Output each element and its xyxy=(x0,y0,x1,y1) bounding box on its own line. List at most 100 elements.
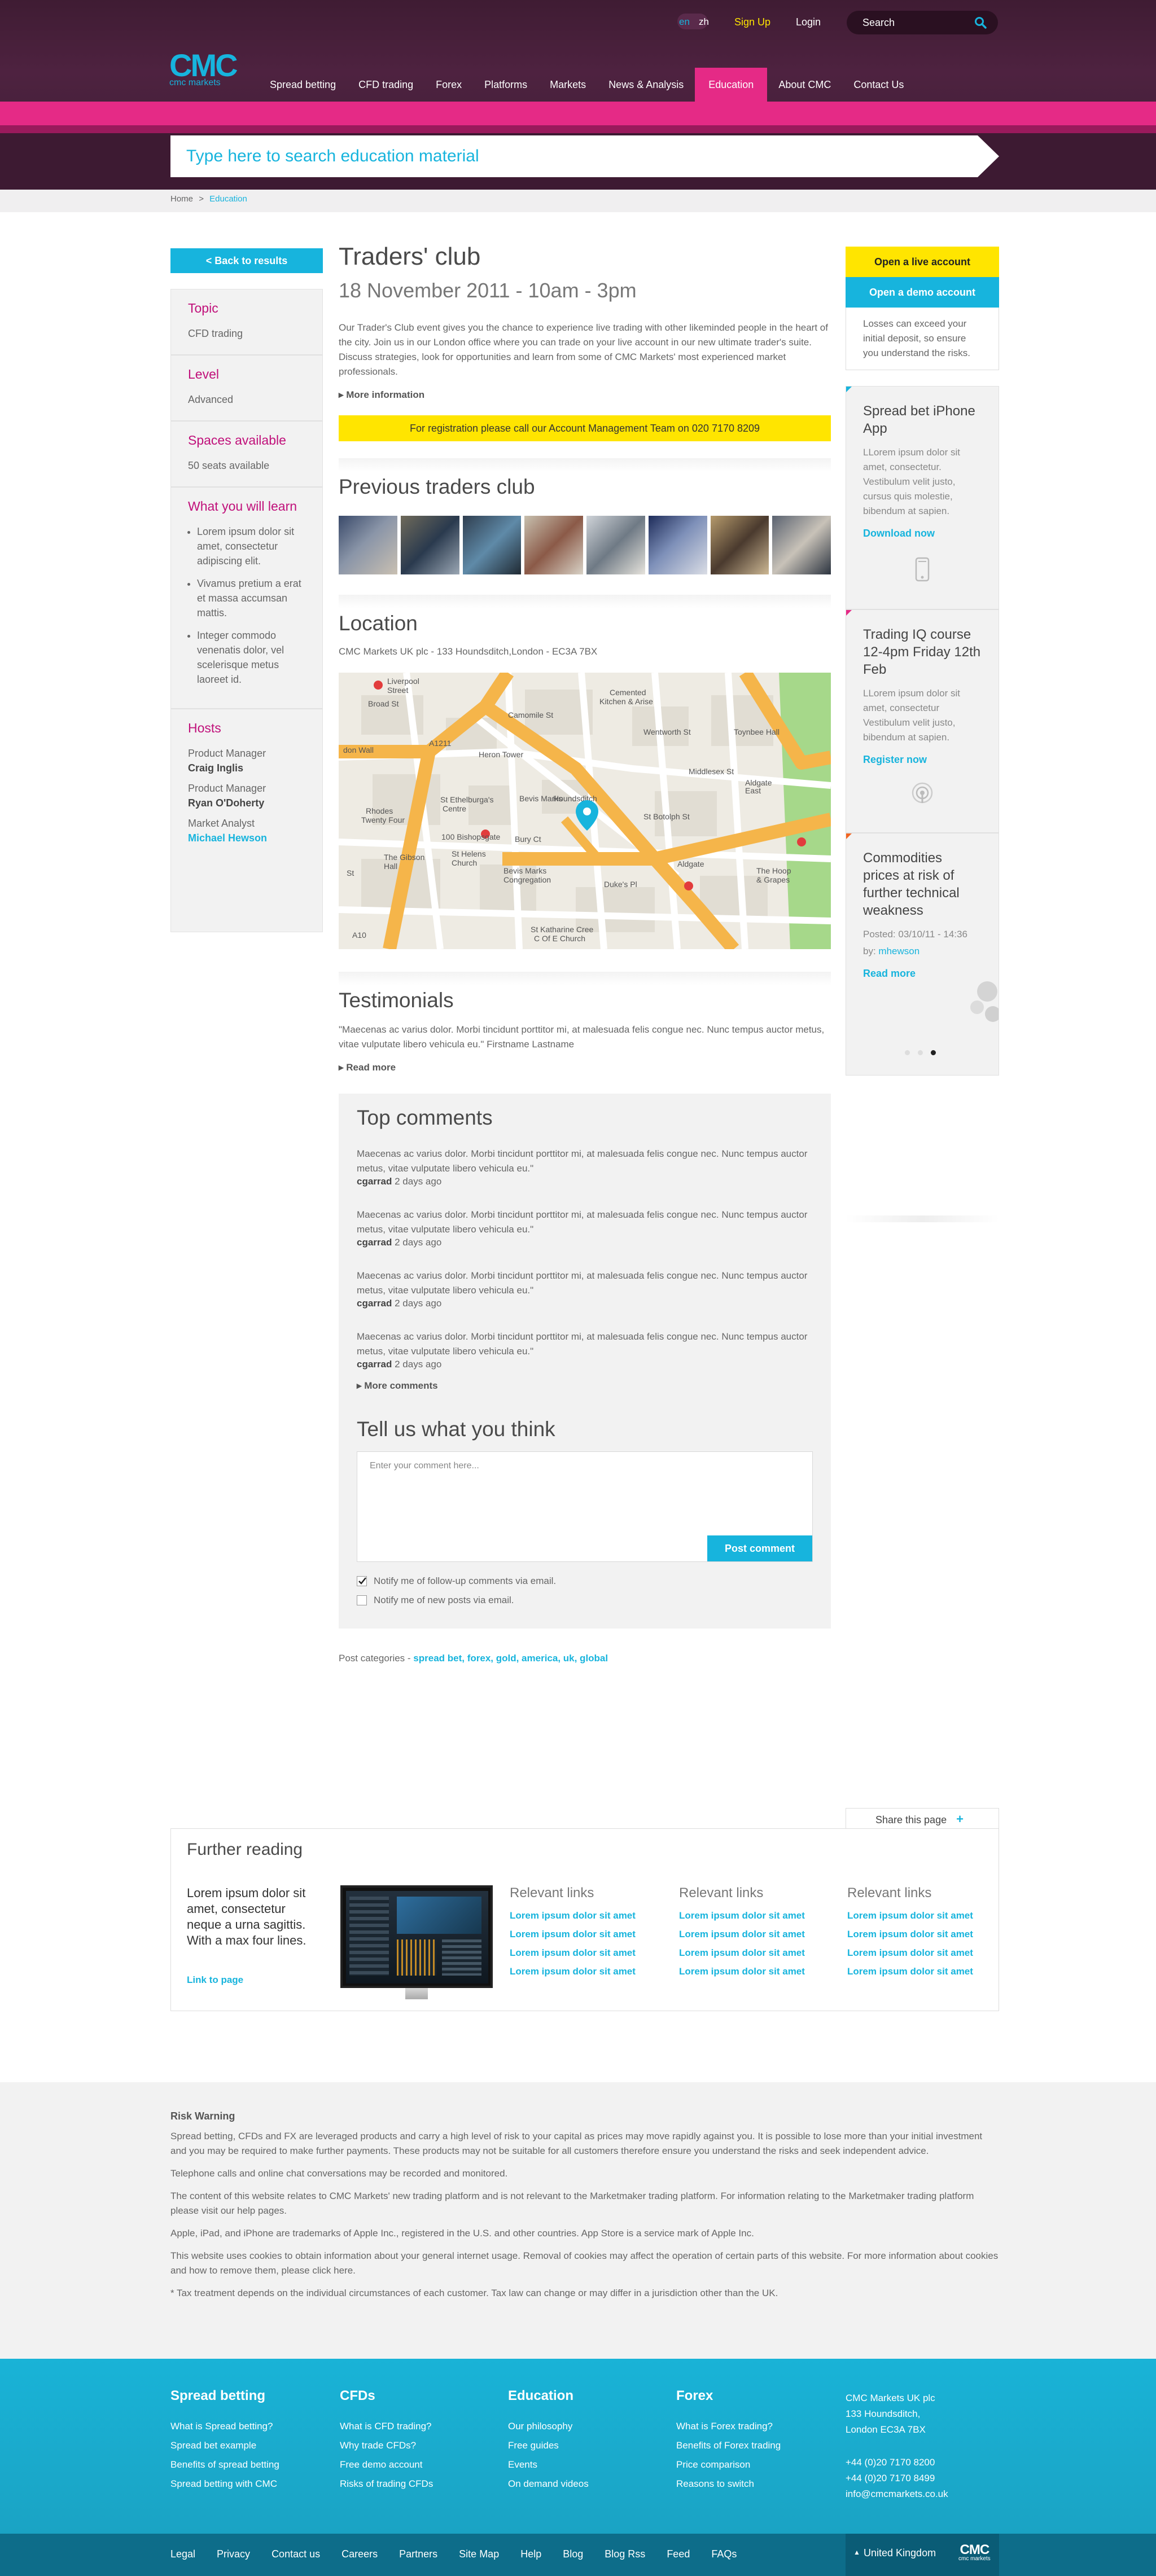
comment-user[interactable]: cgarrad xyxy=(357,1298,392,1309)
gallery-photo[interactable] xyxy=(339,516,397,574)
bottom-link-blog-rss[interactable]: Blog Rss xyxy=(605,2548,645,2560)
comment-textarea[interactable]: Enter your comment here... Post comment xyxy=(357,1451,813,1562)
bottom-link-faqs[interactable]: FAQs xyxy=(711,2548,737,2560)
breadcrumb-home[interactable]: Home xyxy=(170,194,193,204)
nav-forex[interactable]: Forex xyxy=(424,68,473,102)
notify-followup-option[interactable]: Notify me of follow-up comments via emai… xyxy=(357,1576,813,1587)
footer-link[interactable]: Benefits of spread betting xyxy=(170,2459,279,2470)
relevant-link[interactable]: Lorem ipsum dolor sit amet xyxy=(510,1966,656,1977)
relevant-link[interactable]: Lorem ipsum dolor sit amet xyxy=(510,1947,656,1959)
link-to-page[interactable]: Link to page xyxy=(187,1974,243,1986)
relevant-link[interactable]: Lorem ipsum dolor sit amet xyxy=(847,1966,994,1977)
notify-posts-checkbox[interactable] xyxy=(357,1595,367,1605)
more-comments-toggle[interactable]: ▸ More comments xyxy=(357,1380,813,1392)
relevant-link[interactable]: Lorem ipsum dolor sit amet xyxy=(679,1910,826,1921)
footer-link[interactable]: What is Spread betting? xyxy=(170,2421,279,2432)
phone-number[interactable]: +44 (0)20 7170 8200 xyxy=(846,2455,948,2470)
post-comment-button[interactable]: Post comment xyxy=(707,1535,812,1561)
relevant-link[interactable]: Lorem ipsum dolor sit amet xyxy=(510,1929,656,1940)
footer-link[interactable]: Free demo account xyxy=(340,2459,433,2470)
previous-gallery xyxy=(339,516,831,574)
notify-posts-option[interactable]: Notify me of new posts via email. xyxy=(357,1595,813,1606)
relevant-link[interactable]: Lorem ipsum dolor sit amet xyxy=(510,1910,656,1921)
share-this-page-button[interactable]: Share this page + xyxy=(846,1808,999,1829)
relevant-link[interactable]: Lorem ipsum dolor sit amet xyxy=(679,1947,826,1959)
relevant-link[interactable]: Lorem ipsum dolor sit amet xyxy=(679,1929,826,1940)
footer-link[interactable]: Price comparison xyxy=(676,2459,781,2470)
read-more-toggle[interactable]: ▸ Read more xyxy=(339,1062,831,1073)
comment-user[interactable]: cgarrad xyxy=(357,1237,392,1248)
more-information-toggle[interactable]: ▸ More information xyxy=(339,389,831,401)
gallery-photo[interactable] xyxy=(648,516,707,574)
bottom-link-feed[interactable]: Feed xyxy=(667,2548,690,2560)
bottom-link-help[interactable]: Help xyxy=(520,2548,541,2560)
gallery-photo[interactable] xyxy=(772,516,831,574)
nav-news-analysis[interactable]: News & Analysis xyxy=(597,68,695,102)
sign-up-link[interactable]: Sign Up xyxy=(734,16,770,28)
gallery-photo[interactable] xyxy=(524,516,583,574)
footer-link[interactable]: Why trade CFDs? xyxy=(340,2440,433,2451)
notify-followup-checkbox[interactable] xyxy=(357,1576,367,1586)
host-name-link[interactable]: Michael Hewson xyxy=(188,831,305,845)
nav-contact-us[interactable]: Contact Us xyxy=(842,68,915,102)
bottom-link-legal[interactable]: Legal xyxy=(170,2548,195,2560)
nav-about-cmc[interactable]: About CMC xyxy=(767,68,842,102)
post-categories-links[interactable]: spread bet, forex, gold, america, uk, gl… xyxy=(413,1653,608,1664)
footer-link[interactable]: Benefits of Forex trading xyxy=(676,2440,781,2451)
footer-link[interactable]: On demand videos xyxy=(508,2478,589,2490)
footer-link[interactable]: Reasons to switch xyxy=(676,2478,781,2490)
footer-link[interactable]: Risks of trading CFDs xyxy=(340,2478,433,2490)
gallery-photo[interactable] xyxy=(586,516,645,574)
bottom-link-sitemap[interactable]: Site Map xyxy=(459,2548,499,2560)
cmc-logo[interactable]: CMC cmc markets xyxy=(169,50,243,88)
gallery-photo[interactable] xyxy=(400,516,459,574)
nav-markets[interactable]: Markets xyxy=(538,68,597,102)
bottom-link-careers[interactable]: Careers xyxy=(341,2548,378,2560)
relevant-link[interactable]: Lorem ipsum dolor sit amet xyxy=(847,1929,994,1940)
comment-user[interactable]: cgarrad xyxy=(357,1176,392,1187)
bottom-link-blog[interactable]: Blog xyxy=(563,2548,583,2560)
bottom-link-contact[interactable]: Contact us xyxy=(272,2548,320,2560)
relevant-link[interactable]: Lorem ipsum dolor sit amet xyxy=(679,1966,826,1977)
header-search-input[interactable]: Search xyxy=(847,11,998,34)
footer-link[interactable]: What is Forex trading? xyxy=(676,2421,781,2432)
footer-link[interactable]: What is CFD trading? xyxy=(340,2421,433,2432)
footer-link[interactable]: Spread betting with CMC xyxy=(170,2478,279,2490)
news-author-link[interactable]: mhewson xyxy=(878,946,919,956)
register-now-link[interactable]: Register now xyxy=(863,754,982,766)
bottom-link-partners[interactable]: Partners xyxy=(399,2548,437,2560)
login-link[interactable]: Login xyxy=(796,16,821,28)
footer-link[interactable]: Events xyxy=(508,2459,589,2470)
lang-en-link[interactable]: en xyxy=(679,16,690,28)
location-map[interactable]: Liverpool Street Broad St don Wall A1211 … xyxy=(339,673,831,949)
nav-platforms[interactable]: Platforms xyxy=(473,68,538,102)
relevant-link[interactable]: Lorem ipsum dolor sit amet xyxy=(847,1947,994,1959)
nav-cfd-trading[interactable]: CFD trading xyxy=(347,68,424,102)
bottom-link-privacy[interactable]: Privacy xyxy=(217,2548,250,2560)
carousel-dot[interactable] xyxy=(905,1050,910,1055)
open-demo-account-button[interactable]: Open a demo account xyxy=(846,277,999,308)
comment-user[interactable]: cgarrad xyxy=(357,1359,392,1370)
country-selector[interactable]: ▲ United Kingdom CMC cmc markets xyxy=(846,2534,999,2576)
carousel-dot-active[interactable] xyxy=(931,1050,936,1055)
relevant-link[interactable]: Lorem ipsum dolor sit amet xyxy=(847,1910,994,1921)
footer-link[interactable]: Our philosophy xyxy=(508,2421,589,2432)
email-link[interactable]: info@cmcmarkets.co.uk xyxy=(846,2486,948,2502)
gallery-photo[interactable] xyxy=(710,516,769,574)
lang-zh-link[interactable]: zh xyxy=(699,16,709,28)
open-live-account-button[interactable]: Open a live account xyxy=(846,247,999,277)
back-to-results-button[interactable]: < Back to results xyxy=(170,248,323,273)
phone-number[interactable]: +44 (0)20 7170 8499 xyxy=(846,2470,948,2486)
nav-spread-betting[interactable]: Spread betting xyxy=(259,68,347,102)
nav-education[interactable]: Education xyxy=(695,68,768,102)
download-now-link[interactable]: Download now xyxy=(863,528,982,539)
read-more-link[interactable]: Read more xyxy=(863,968,982,980)
search-icon[interactable] xyxy=(974,16,987,29)
footer-link[interactable]: Spread bet example xyxy=(170,2440,279,2451)
news-title[interactable]: Commodities prices at risk of further te… xyxy=(863,849,982,919)
relevant-links-column: Relevant links Lorem ipsum dolor sit ame… xyxy=(510,1885,656,1985)
gallery-photo[interactable] xyxy=(462,516,522,574)
main-nav: Spread betting CFD trading Forex Platfor… xyxy=(259,68,915,102)
footer-link[interactable]: Free guides xyxy=(508,2440,589,2451)
carousel-dot[interactable] xyxy=(918,1050,923,1055)
